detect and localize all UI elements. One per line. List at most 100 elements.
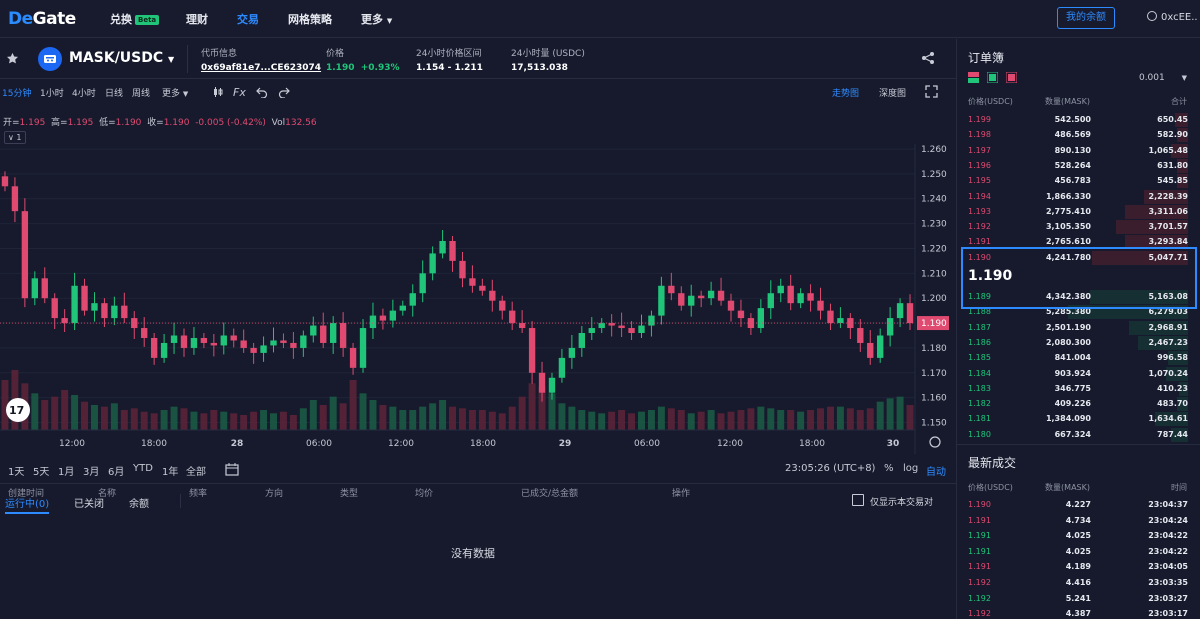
trade-qty: 4.387 (1065, 609, 1091, 619)
trade-price: 1.190 (968, 500, 991, 509)
chart-range-bar: 1天 5天 1月 3月 6月 YTD 1年 全部 23:05:26 (UTC+8… (0, 459, 956, 481)
log-scale-toggle[interactable]: log (903, 463, 918, 474)
trade-price: 1.191 (968, 562, 991, 572)
trade-time: 23:04:22 (1148, 531, 1188, 541)
range-ytd[interactable]: YTD (133, 463, 153, 474)
trade-time: 23:04:37 (1148, 500, 1188, 509)
fullscreen-icon[interactable] (925, 85, 938, 98)
orderbook-bid-row[interactable]: 1.184 903.924 1,070.24 (957, 366, 1200, 381)
share-icon[interactable] (921, 51, 935, 65)
ask-total: 3,293.84 (1148, 237, 1188, 247)
precision-selector[interactable]: 0.001 ▼ (1139, 73, 1187, 83)
tab-trend-chart[interactable]: 走势图 (832, 86, 859, 99)
range-1d[interactable]: 1天 (8, 463, 24, 478)
timeframe-1h[interactable]: 1小时 (40, 86, 64, 99)
orderbook-bid-row[interactable]: 1.183 346.775 410.23 (957, 381, 1200, 396)
candle-body (329, 323, 337, 343)
range-1m[interactable]: 1月 (58, 463, 74, 478)
indicators-button[interactable]: Fx (233, 86, 246, 99)
col-name: 名称 (98, 489, 117, 499)
x-tick-label: 12:00 (717, 439, 743, 449)
percent-scale-toggle[interactable]: % (884, 463, 894, 474)
ask-price: 1.197 (968, 145, 991, 155)
orderbook-ask-row[interactable]: 1.192 3,105.350 3,701.57 (957, 219, 1200, 235)
bid-total: 2,968.91 (1148, 322, 1188, 332)
trade-price: 1.192 (968, 609, 991, 619)
account-menu[interactable]: 0xcEE.. (1147, 11, 1198, 23)
orderbook-ask-row[interactable]: 1.196 528.264 631.80 (957, 158, 1200, 173)
volume-bar (389, 406, 397, 430)
candle-body (91, 303, 98, 311)
range-5d[interactable]: 5天 (33, 463, 49, 478)
range-6m[interactable]: 6月 (108, 463, 124, 478)
orderbook-bid-row[interactable]: 1.182 409.226 483.70 (957, 396, 1200, 412)
trade-qty: 4.734 (1065, 515, 1091, 525)
bid-total: 410.23 (1157, 383, 1188, 393)
only-this-pair-label[interactable]: 仅显示本交易对 (870, 495, 933, 508)
timeframe-day[interactable]: 日线 (105, 86, 123, 99)
calendar-icon[interactable] (225, 462, 239, 476)
star-icon[interactable] (6, 52, 19, 65)
timeframe-15m[interactable]: 15分钟 (2, 86, 31, 99)
degate-logo[interactable]: DeGate (8, 9, 76, 29)
orderbook-ask-row[interactable]: 1.193 2,775.410 3,311.06 (957, 204, 1200, 219)
orderbook-bid-row[interactable]: 1.181 1,384.090 1,634.61 (957, 411, 1200, 427)
orderbook-ask-row[interactable]: 1.199 542.500 650.45 (957, 112, 1200, 127)
redo-icon[interactable] (278, 86, 290, 98)
timeframe-more[interactable]: 更多 ▼ (162, 86, 188, 99)
volume-bar (150, 413, 158, 430)
orderbook-bid-row[interactable]: 1.185 841.004 996.58 (957, 350, 1200, 366)
candle-body (797, 293, 804, 304)
volume-bar (190, 411, 198, 430)
nav-item-grid[interactable]: 网格策略 (288, 11, 332, 27)
tab-depth-chart[interactable]: 深度图 (879, 86, 906, 99)
volume-bar (896, 396, 904, 430)
orderbook-bid-row[interactable]: 1.187 2,501.190 2,968.91 (957, 320, 1200, 335)
nav-item-trade[interactable]: 交易 (237, 11, 259, 27)
chart-clock: 23:05:26 (UTC+8) (785, 463, 876, 474)
tab-balances[interactable]: 余额 (129, 495, 149, 510)
undo-icon[interactable] (256, 86, 268, 98)
bid-qty: 667.324 (1054, 429, 1091, 439)
contract-address-link[interactable]: 0x69af81e7...CE623074 (201, 63, 321, 73)
timeframe-week[interactable]: 周线 (132, 86, 150, 99)
orderbook-bids-view-icon[interactable] (987, 72, 998, 83)
range-1y[interactable]: 1年 (162, 463, 178, 478)
volume-bar (449, 406, 457, 430)
volume-bar (170, 406, 178, 430)
volume-bar (478, 410, 486, 430)
top-navbar: DeGate 兑换 Beta 理财 交易 网格策略 更多 ▼ 我的余额 0xcEE… (0, 0, 1200, 38)
ask-total: 650.45 (1157, 115, 1188, 124)
nav-item-more[interactable]: 更多 ▼ (361, 11, 392, 27)
ask-qty: 2,765.610 (1045, 237, 1091, 247)
price-chart[interactable]: 1.260 1.250 1.240 1.230 1.220 1.210 1.200 1.190… (0, 144, 956, 459)
candle-body (479, 285, 486, 291)
auto-scale-toggle[interactable]: 自动 (926, 463, 946, 478)
orderbook-ask-row[interactable]: 1.195 456.783 545.85 (957, 173, 1200, 189)
orderbook-bid-row[interactable]: 1.180 667.324 787.44 (957, 427, 1200, 442)
volume-bar (419, 406, 427, 430)
y-tick-label: 1.250 (921, 170, 947, 180)
orderbook-bid-row[interactable]: 1.186 2,080.300 2,467.23 (957, 335, 1200, 350)
trading-pair-selector[interactable]: MASK/USDC ▼ (69, 50, 174, 66)
orderbook-ask-row[interactable]: 1.197 890.130 1,065.48 (957, 143, 1200, 158)
volume-bar (846, 408, 854, 430)
volume-bar (568, 406, 576, 430)
orderbook-ask-row[interactable]: 1.194 1,866.330 2,228.39 (957, 189, 1200, 204)
orderbook-ask-row[interactable]: 1.198 486.569 582.90 (957, 127, 1200, 143)
range-all[interactable]: 全部 (186, 463, 206, 478)
only-this-pair-checkbox[interactable] (852, 494, 864, 506)
timeframe-4h[interactable]: 4小时 (72, 86, 96, 99)
ask-qty: 3,105.350 (1045, 222, 1091, 232)
ask-qty: 1,866.330 (1045, 191, 1091, 201)
range-3m[interactable]: 3月 (83, 463, 99, 478)
volume-bar (279, 411, 287, 430)
candle-type-icon[interactable] (212, 86, 224, 98)
orderbook-asks-view-icon[interactable] (1006, 72, 1017, 83)
my-balance-button[interactable]: 我的余额 (1057, 7, 1115, 29)
nav-item-swap[interactable]: 兑换 Beta (110, 11, 160, 27)
legend-collapse-toggle[interactable]: ∨ 1 (4, 131, 26, 144)
orderbook-both-view-icon[interactable] (968, 72, 979, 83)
candle-body (210, 342, 218, 346)
nav-item-earn[interactable]: 理财 (186, 11, 208, 27)
